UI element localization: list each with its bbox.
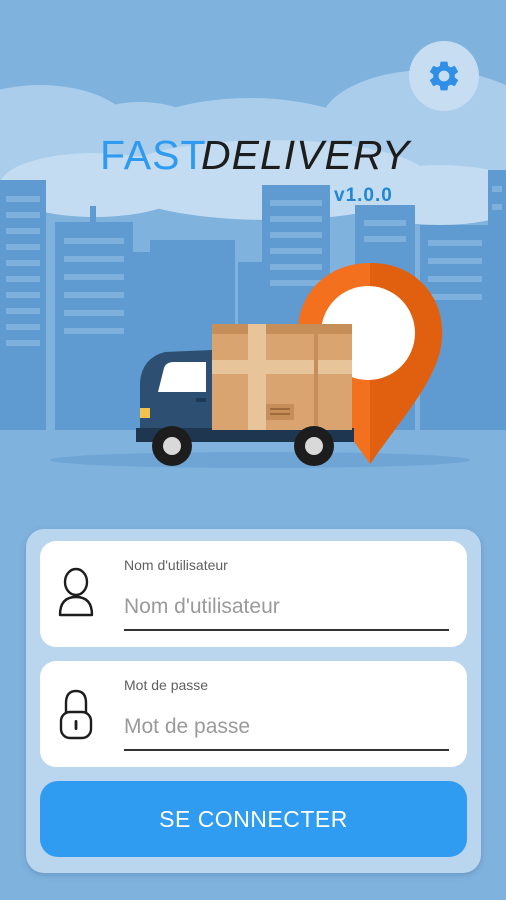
lock-icon: [59, 689, 93, 740]
password-input[interactable]: [124, 705, 449, 751]
settings-button[interactable]: [409, 41, 479, 111]
logo-fast-text: FAST: [100, 132, 207, 178]
gear-icon: [429, 61, 459, 91]
user-icon: [58, 567, 94, 617]
username-label: Nom d'utilisateur: [124, 557, 228, 573]
ground-shadow: [50, 452, 470, 468]
app-version: v1.0.0: [334, 185, 393, 206]
app-logo: FAST DELIVERY v1.0.0: [100, 132, 420, 212]
password-label: Mot de passe: [124, 677, 209, 693]
logo-delivery-text: DELIVERY: [201, 132, 411, 178]
username-input[interactable]: [124, 585, 449, 631]
password-field: Mot de passe: [40, 661, 467, 767]
username-field: Nom d'utilisateur: [40, 541, 467, 647]
login-button[interactable]: SE CONNECTER: [40, 781, 467, 857]
login-card: Nom d'utilisateur Mot de passe SE CONNEC…: [26, 529, 481, 873]
